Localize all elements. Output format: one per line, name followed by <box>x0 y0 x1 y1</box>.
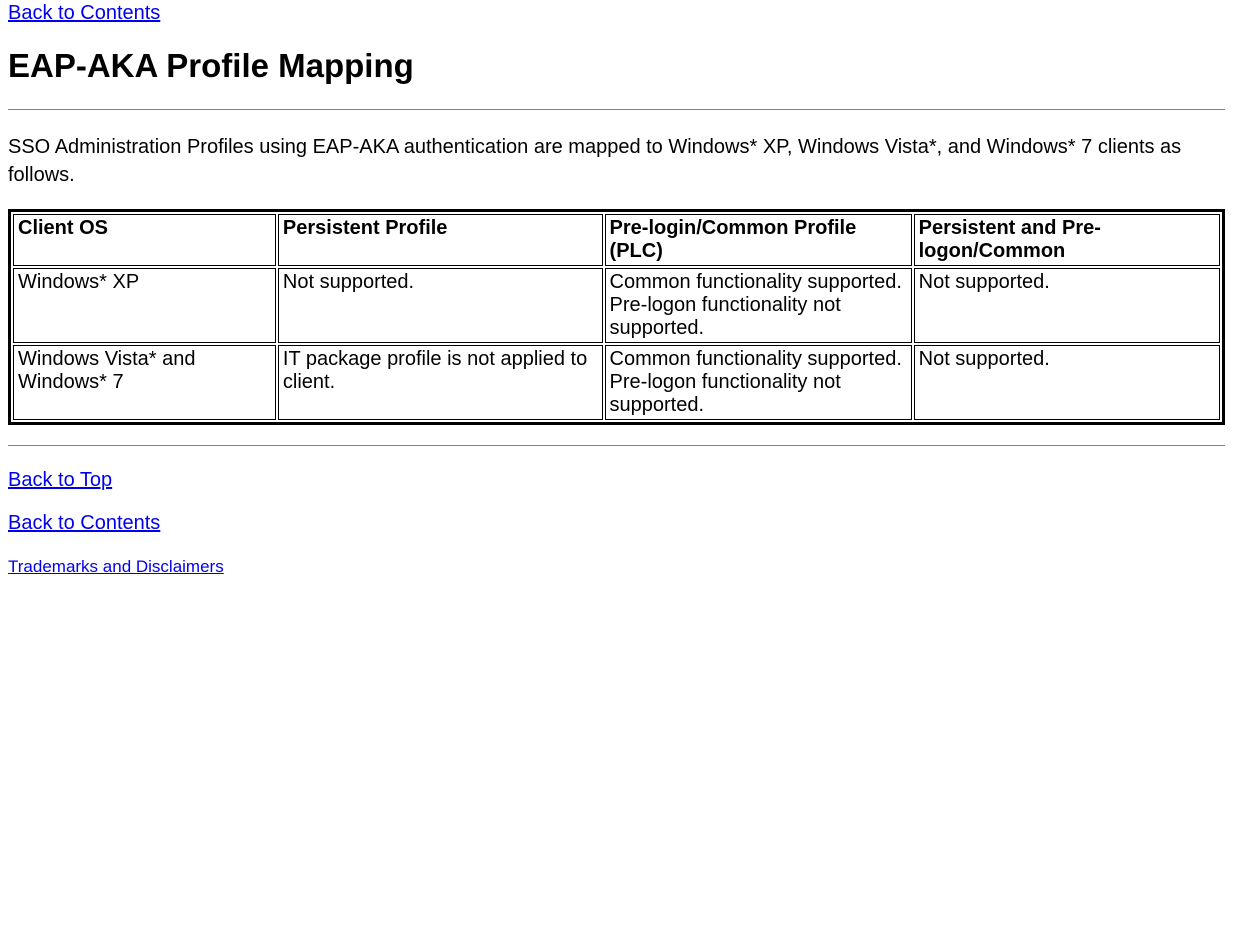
cell-text: Pre-logon functionality not supported. <box>610 294 841 339</box>
header-client-os: Client OS <box>13 214 276 266</box>
table-header-row: Client OS Persistent Profile Pre-login/C… <box>13 214 1220 266</box>
cell-persistent: IT package profile is not applied to cli… <box>278 345 603 420</box>
table-row: Windows Vista* and Windows* 7 IT package… <box>13 345 1220 420</box>
cell-text: Common functionality supported. <box>610 348 902 370</box>
cell-prelogin: Common functionality supported. Pre-logo… <box>605 345 912 420</box>
cell-client-os: Windows Vista* and Windows* 7 <box>13 345 276 420</box>
profile-mapping-table: Client OS Persistent Profile Pre-login/C… <box>8 209 1225 425</box>
table-row: Windows* XP Not supported. Common functi… <box>13 268 1220 343</box>
cell-persistent: Not supported. <box>278 268 603 343</box>
cell-text: Common functionality supported. <box>610 271 902 293</box>
cell-persistent-prelogon: Not supported. <box>914 345 1220 420</box>
back-to-contents-link-top[interactable]: Back to Contents <box>8 2 160 25</box>
cell-client-os: Windows* XP <box>13 268 276 343</box>
intro-paragraph: SSO Administration Profiles using EAP-AK… <box>8 133 1225 189</box>
divider-bottom <box>8 445 1225 449</box>
header-persistent-profile: Persistent Profile <box>278 214 603 266</box>
cell-prelogin: Common functionality supported. Pre-logo… <box>605 268 912 343</box>
header-persistent-prelogon: Persistent and Pre-logon/Common <box>914 214 1220 266</box>
back-to-contents-link-bottom[interactable]: Back to Contents <box>8 512 160 534</box>
page-title: EAP-AKA Profile Mapping <box>8 47 1225 85</box>
cell-text: Pre-logon functionality not supported. <box>610 371 841 416</box>
back-to-top-link[interactable]: Back to Top <box>8 469 112 491</box>
trademarks-disclaimers-link[interactable]: Trademarks and Disclaimers <box>8 557 224 576</box>
divider-top <box>8 109 1225 113</box>
cell-persistent-prelogon: Not supported. <box>914 268 1220 343</box>
header-prelogin-common: Pre-login/Common Profile (PLC) <box>605 214 912 266</box>
